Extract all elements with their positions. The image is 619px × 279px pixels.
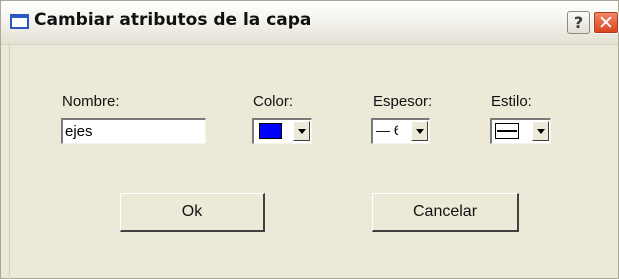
line-style-icon xyxy=(495,123,519,139)
estilo-select[interactable] xyxy=(490,118,551,144)
cancel-button[interactable]: Cancelar xyxy=(372,193,519,232)
close-button[interactable]: ✕ xyxy=(593,11,619,34)
chevron-down-icon[interactable] xyxy=(532,121,549,141)
color-swatch xyxy=(259,123,282,139)
ok-button[interactable]: Ok xyxy=(120,193,265,232)
nombre-label: Nombre: xyxy=(62,93,120,110)
window-title: Cambiar atributos de la capa xyxy=(34,10,312,30)
dialog-window: Cambiar atributos de la capa ? ✕ Nombre:… xyxy=(0,0,619,279)
espesor-label: Espesor: xyxy=(373,93,433,110)
title-bar[interactable]: Cambiar atributos de la capa ? ✕ xyxy=(1,1,619,45)
color-select[interactable] xyxy=(252,118,312,144)
estilo-label: Estilo: xyxy=(491,93,532,110)
frame-edge xyxy=(9,45,10,279)
espesor-value: — 6 xyxy=(376,122,398,138)
chevron-down-icon[interactable] xyxy=(411,121,428,141)
chevron-down-icon[interactable] xyxy=(293,121,310,141)
nombre-input[interactable] xyxy=(61,118,206,144)
help-button[interactable]: ? xyxy=(567,11,590,34)
espesor-select[interactable]: — 6 xyxy=(371,118,430,144)
window-icon xyxy=(10,14,29,29)
color-label: Color: xyxy=(253,93,294,110)
